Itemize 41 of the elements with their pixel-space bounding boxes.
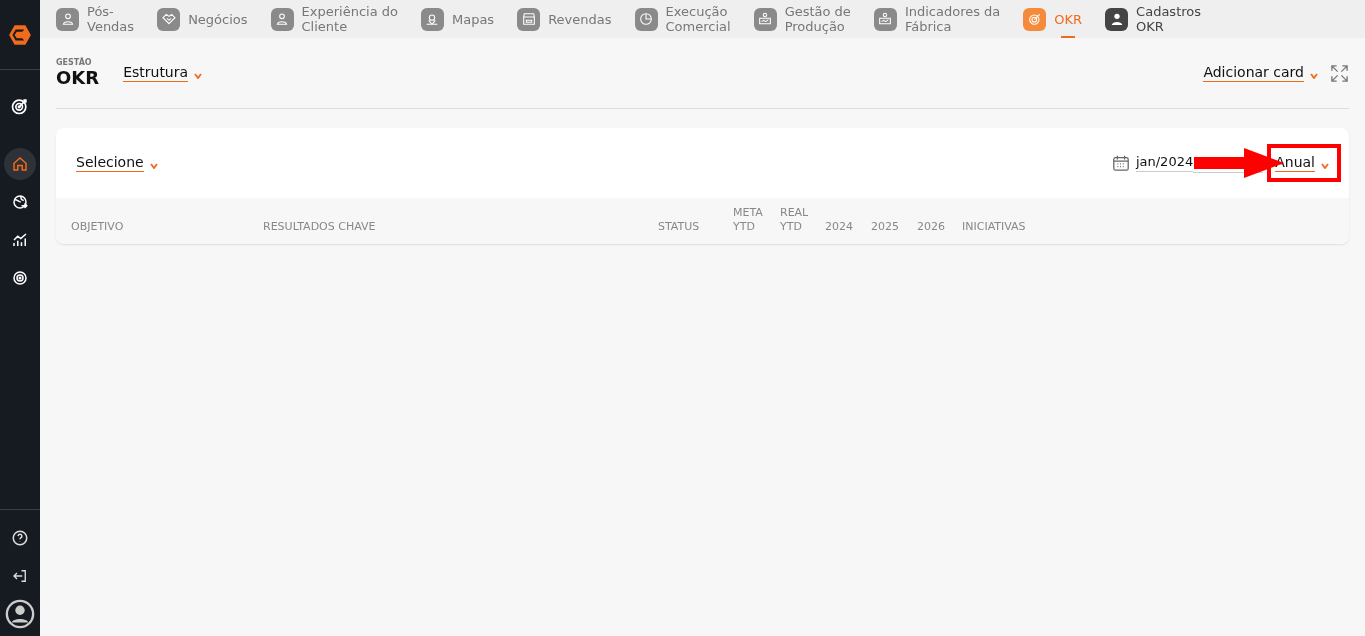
nav-tab[interactable]: Revendas bbox=[517, 0, 622, 38]
date-range-field[interactable]: jan/2024 bbox=[1135, 154, 1194, 172]
pie-chart-icon bbox=[634, 7, 658, 31]
column-header: 2024 bbox=[825, 220, 854, 234]
avatar-icon[interactable] bbox=[4, 598, 36, 630]
map-pin-icon bbox=[420, 7, 444, 31]
caret-icon bbox=[194, 73, 203, 79]
nav-tab[interactable]: Mapas bbox=[420, 0, 505, 38]
expand-icon[interactable] bbox=[1330, 63, 1349, 83]
user-icon bbox=[1105, 7, 1129, 31]
column-header: META YTD bbox=[733, 206, 764, 234]
store-icon bbox=[517, 7, 541, 31]
nav-tab[interactable]: Pós- Vendas bbox=[56, 0, 145, 38]
nav-tab[interactable]: Indicadores da Fábrica bbox=[873, 0, 1011, 38]
presenter-icon bbox=[753, 7, 777, 31]
column-header: RESULTADOS CHAVE bbox=[263, 220, 377, 234]
target-icon bbox=[1023, 7, 1047, 31]
caret-icon bbox=[1310, 73, 1318, 79]
page-title: OKR bbox=[56, 67, 100, 88]
section-label: GESTÃO bbox=[56, 58, 93, 67]
nav-tab[interactable]: Experiência do Cliente bbox=[270, 0, 408, 38]
home-icon[interactable] bbox=[4, 148, 36, 180]
caret-icon bbox=[149, 163, 158, 169]
nav-tab[interactable]: OKR bbox=[1023, 0, 1093, 38]
column-header: STATUS bbox=[658, 220, 701, 234]
nav-tab[interactable]: Negócios bbox=[157, 0, 258, 38]
person-icon bbox=[56, 7, 79, 31]
column-header: INICIATIVAS bbox=[962, 220, 1027, 234]
column-header: 2026 bbox=[917, 220, 946, 234]
nav-tab[interactable]: Execução Comercial bbox=[634, 0, 741, 38]
nav-tab[interactable]: Cadastros OKR bbox=[1105, 0, 1212, 38]
filter-select[interactable]: Selecione bbox=[76, 154, 144, 172]
calendar-icon bbox=[1111, 154, 1130, 172]
column-header: 2025 bbox=[871, 220, 900, 234]
view-select[interactable]: Estrutura bbox=[123, 64, 189, 82]
column-header: OBJETIVO bbox=[71, 220, 125, 234]
column-header: REAL YTD bbox=[780, 206, 810, 234]
presenter-icon bbox=[873, 7, 897, 31]
caret-icon bbox=[1321, 163, 1329, 169]
add-card-select[interactable]: Adicionar card bbox=[1203, 64, 1304, 82]
nav-tab[interactable]: Gestão de Produção bbox=[753, 0, 861, 38]
